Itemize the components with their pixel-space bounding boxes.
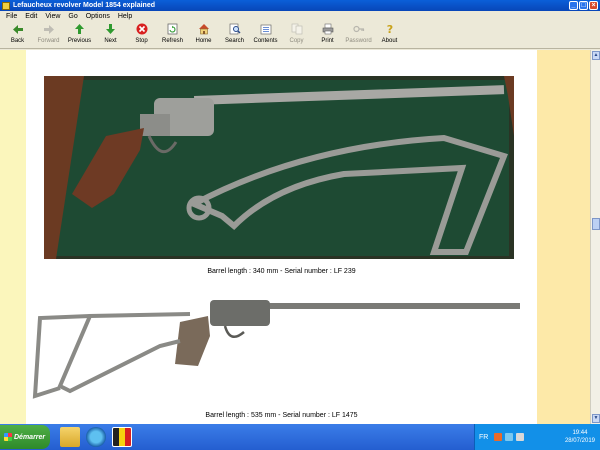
copy-icon <box>290 23 303 35</box>
scroll-up-icon[interactable]: ▲ <box>592 51 600 60</box>
revolver-photo-case <box>44 76 514 259</box>
forward-arrow-icon <box>42 23 55 35</box>
print-label: Print <box>321 38 334 44</box>
refresh-icon <box>166 23 179 35</box>
stop-icon <box>135 23 148 35</box>
app-icon <box>2 1 10 10</box>
volume-icon[interactable] <box>516 433 525 441</box>
start-button[interactable]: Démarrer <box>0 425 50 449</box>
contents-button[interactable]: Contents <box>250 22 281 48</box>
document-page: Barrel length : 340 mm - Serial number :… <box>26 50 537 424</box>
forward-label: Forward <box>37 38 60 44</box>
home-button[interactable]: Home <box>188 22 219 48</box>
menu-options[interactable]: Options <box>82 13 114 20</box>
window-title: Lefaucheux revolver Model 1854 explained <box>13 2 156 9</box>
menu-bar: File Edit View Go Options Help <box>0 11 600 22</box>
print-icon <box>321 23 334 35</box>
password-button[interactable]: Password <box>343 22 374 48</box>
menu-file[interactable]: File <box>2 13 21 20</box>
home-label: Home <box>195 38 212 44</box>
down-arrow-icon <box>104 23 117 35</box>
system-tray: FR 19:44 28/07/2019 <box>474 424 600 450</box>
scroll-thumb[interactable] <box>592 218 600 230</box>
forward-button[interactable]: Forward <box>33 22 64 48</box>
vertical-scrollbar[interactable]: ▲ ▼ <box>590 50 600 424</box>
windows-flag-icon <box>4 433 12 441</box>
language-indicator[interactable]: FR <box>479 434 488 441</box>
menu-edit[interactable]: Edit <box>21 13 41 20</box>
back-arrow-icon <box>11 23 24 35</box>
copy-button[interactable]: Copy <box>281 22 312 48</box>
print-button[interactable]: Print <box>312 22 343 48</box>
home-icon <box>197 23 210 35</box>
about-button[interactable]: ? About <box>374 22 405 48</box>
back-button[interactable]: Back <box>2 22 33 48</box>
copy-label: Copy <box>289 38 304 44</box>
start-label: Démarrer <box>14 433 46 441</box>
search-icon <box>228 23 241 35</box>
refresh-button[interactable]: Refresh <box>157 22 188 48</box>
browser-icon[interactable] <box>86 427 106 447</box>
revolver-photo-stock <box>30 296 530 406</box>
previous-label: Previous <box>67 38 92 44</box>
stop-button[interactable]: Stop <box>126 22 157 48</box>
close-button[interactable]: × <box>589 1 598 10</box>
flag-tray-icon[interactable] <box>494 433 503 441</box>
clock-date: 28/07/2019 <box>564 438 595 444</box>
refresh-label: Refresh <box>161 38 183 44</box>
about-icon: ? <box>383 23 396 35</box>
contents-label: Contents <box>253 38 278 44</box>
maximize-button[interactable]: □ <box>579 1 588 10</box>
next-button[interactable]: Next <box>95 22 126 48</box>
stop-label: Stop <box>135 38 148 44</box>
key-icon <box>352 23 365 35</box>
search-button[interactable]: Search <box>219 22 250 48</box>
caption-1: Barrel length : 340 mm - Serial number :… <box>207 268 356 275</box>
contents-icon <box>259 23 272 35</box>
network-icon[interactable] <box>505 433 514 441</box>
menu-help[interactable]: Help <box>114 13 136 20</box>
scroll-down-icon[interactable]: ▼ <box>592 414 600 423</box>
menu-view[interactable]: View <box>41 13 64 20</box>
right-margin <box>537 50 590 424</box>
toolbar: Back Forward Previous Next Stop Refresh … <box>0 22 600 49</box>
back-label: Back <box>10 38 25 44</box>
password-label: Password <box>345 38 372 44</box>
caption-2: Barrel length : 535 mm - Serial number :… <box>205 412 358 419</box>
search-label: Search <box>224 38 244 44</box>
previous-button[interactable]: Previous <box>64 22 95 48</box>
taskbar: Démarrer FR 19:44 28/07/2019 <box>0 424 600 450</box>
up-arrow-icon <box>73 23 86 35</box>
content-area: Barrel length : 340 mm - Serial number :… <box>0 50 590 424</box>
about-label: About <box>381 38 398 44</box>
minimize-button[interactable]: _ <box>569 1 578 10</box>
menu-go[interactable]: Go <box>64 13 81 20</box>
clock[interactable]: 19:44 28/07/2019 <box>565 429 595 445</box>
next-label: Next <box>104 38 117 44</box>
clock-time: 19:44 <box>572 430 588 436</box>
folder-icon[interactable] <box>60 427 80 447</box>
title-bar: Lefaucheux revolver Model 1854 explained… <box>0 0 600 11</box>
help-viewer-icon[interactable] <box>112 427 132 447</box>
svg-text:?: ? <box>386 23 392 35</box>
